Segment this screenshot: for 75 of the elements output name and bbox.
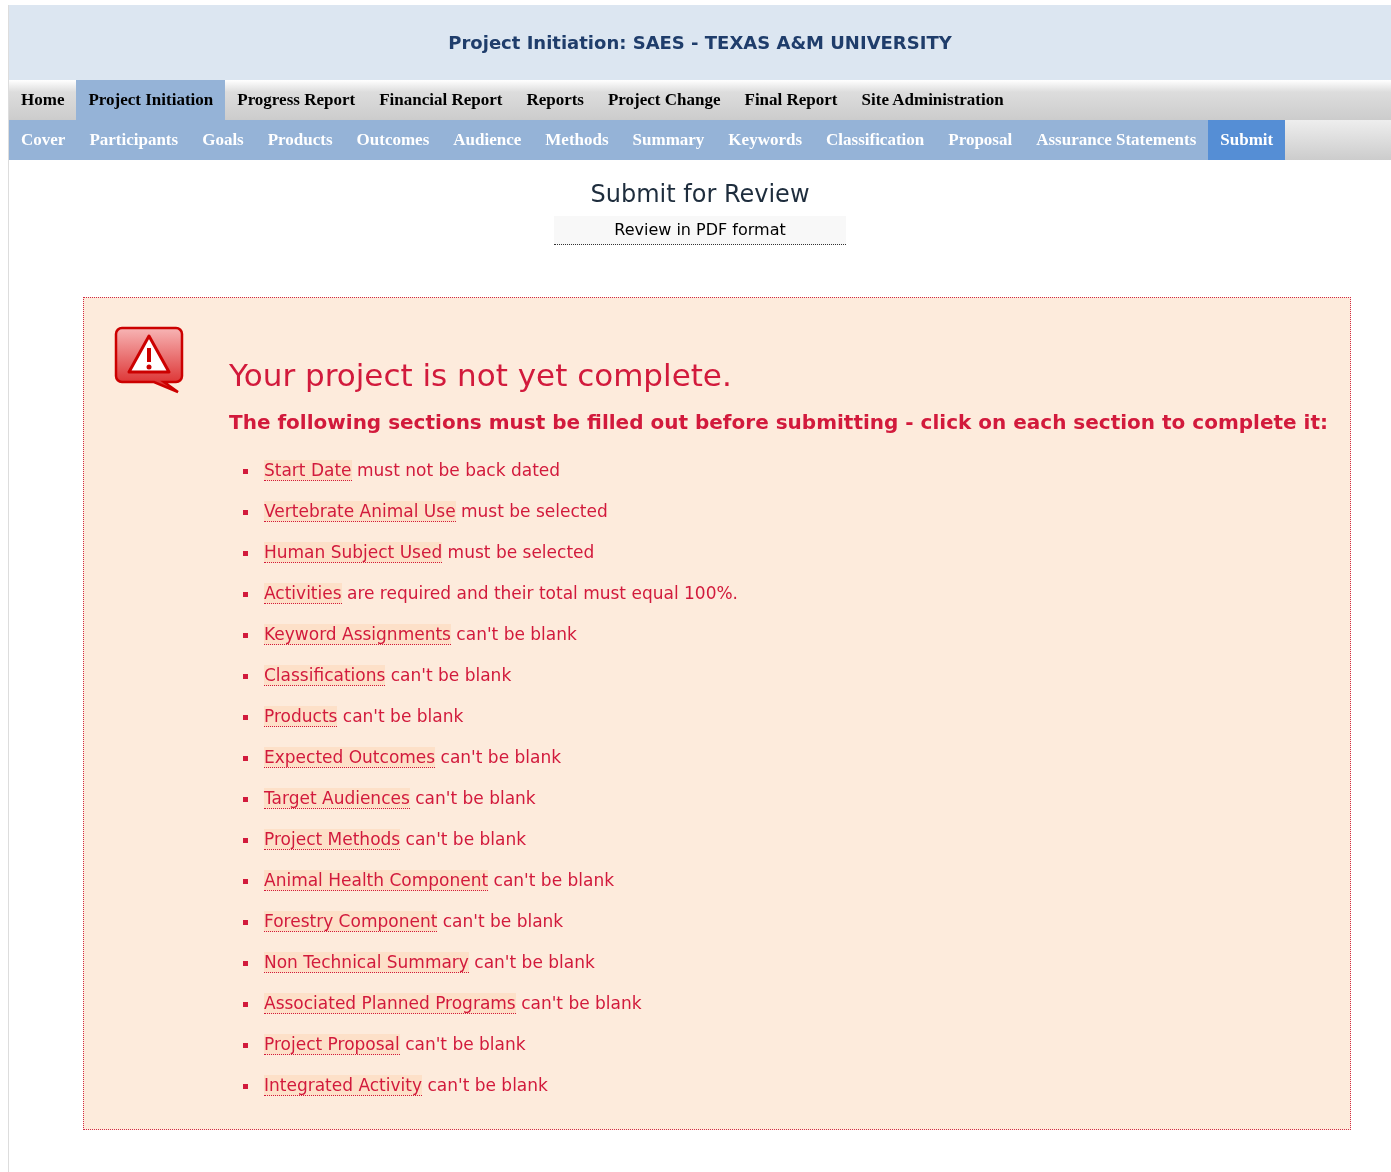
section-link[interactable]: Activities — [264, 583, 342, 605]
bullet-icon — [243, 878, 248, 884]
section-tab[interactable]: Goals — [190, 120, 256, 160]
bullet-icon — [243, 468, 248, 474]
main-nav-tab[interactable]: Home — [9, 80, 77, 120]
section-link[interactable]: Project Proposal — [264, 1034, 400, 1056]
main-nav-tab[interactable]: Final Report — [732, 80, 850, 120]
bullet-icon — [243, 796, 248, 802]
bullet-icon — [243, 632, 248, 638]
review-pdf-link[interactable]: Review in PDF format — [554, 216, 846, 245]
section-tab[interactable]: Participants — [77, 120, 191, 160]
section-link[interactable]: Human Subject Used — [264, 542, 443, 564]
main-nav-tab[interactable]: Progress Report — [225, 80, 368, 120]
site-title: Project Initiation: SAES - TEXAS A&M UNIVERSITY — [448, 31, 952, 55]
section-link[interactable]: Keyword Assignments — [264, 624, 451, 646]
error-message: Non Technical Summary can't be blank — [264, 951, 595, 976]
error-message: Integrated Activity can't be blank — [264, 1074, 548, 1099]
section-tab[interactable]: Cover — [9, 120, 78, 160]
section-link[interactable]: Products — [264, 706, 338, 728]
page-title: Submit for Review — [589, 179, 811, 210]
section-tab[interactable]: Classification — [814, 120, 937, 160]
bullet-icon — [243, 550, 248, 556]
section-link[interactable]: Forestry Component — [264, 911, 438, 933]
section-tab[interactable]: Audience — [441, 120, 534, 160]
bullet-icon — [243, 755, 248, 761]
alert-heading: Your project is not yet complete. — [229, 356, 733, 395]
section-tab[interactable]: Proposal — [936, 120, 1025, 160]
warning-icon — [114, 326, 184, 394]
section-link[interactable]: Integrated Activity — [264, 1075, 422, 1097]
error-message: Start Date must not be back dated — [264, 459, 561, 484]
bullet-icon — [243, 591, 248, 597]
section-link[interactable]: Animal Health Component — [264, 870, 489, 892]
section-tab[interactable]: Products — [255, 120, 345, 160]
main-nav-tab[interactable]: Project Initiation — [76, 80, 226, 120]
error-message: Keyword Assignments can't be blank — [264, 623, 577, 648]
error-message: Project Methods can't be blank — [264, 828, 527, 853]
error-message: Classifications can't be blank — [264, 664, 512, 689]
section-link[interactable]: Expected Outcomes — [264, 747, 436, 769]
bullet-icon — [243, 1001, 248, 1007]
error-message: Activities are required and their total must equal 100%. — [264, 582, 738, 607]
main-nav-tab[interactable]: Site Administration — [849, 80, 1016, 120]
error-message: Associated Planned Programs can't be blank — [264, 992, 642, 1017]
bullet-icon — [243, 673, 248, 679]
error-message: Project Proposal can't be blank — [264, 1033, 526, 1058]
section-tab[interactable]: Submit — [1208, 120, 1286, 160]
bullet-icon — [243, 714, 248, 720]
section-link[interactable]: Associated Planned Programs — [264, 993, 516, 1015]
section-link[interactable]: Vertebrate Animal Use — [264, 501, 456, 523]
main-nav-tab[interactable]: Financial Report — [367, 80, 515, 120]
error-message: Animal Health Component can't be blank — [264, 869, 615, 894]
bullet-icon — [243, 919, 248, 925]
error-message: Expected Outcomes can't be blank — [264, 746, 562, 771]
bullet-icon — [243, 1083, 248, 1089]
error-message: Human Subject Used must be selected — [264, 541, 595, 566]
bullet-icon — [243, 837, 248, 843]
error-message: Forestry Component can't be blank — [264, 910, 564, 935]
error-message: Vertebrate Animal Use must be selected — [264, 500, 608, 525]
section-tab[interactable]: Assurance Statements — [1024, 120, 1209, 160]
alert-instructions: The following sections must be filled out before submitting - click on each section to complete it: — [229, 408, 1328, 436]
main-nav-tab[interactable]: Project Change — [596, 80, 733, 120]
section-link[interactable]: Non Technical Summary — [264, 952, 469, 974]
section-link[interactable]: Project Methods — [264, 829, 401, 851]
error-message: Target Audiences can't be blank — [264, 787, 536, 812]
section-link[interactable]: Target Audiences — [264, 788, 410, 810]
section-link[interactable]: Start Date — [264, 460, 352, 482]
section-tab[interactable]: Keywords — [716, 120, 815, 160]
section-tab[interactable]: Outcomes — [344, 120, 442, 160]
section-tab[interactable]: Methods — [533, 120, 621, 160]
bullet-icon — [243, 960, 248, 966]
error-message: Products can't be blank — [264, 705, 464, 730]
section-link[interactable]: Classifications — [264, 665, 386, 687]
bullet-icon — [243, 1042, 248, 1048]
bullet-icon — [243, 509, 248, 515]
main-nav-tab[interactable]: Reports — [514, 80, 596, 120]
section-tab[interactable]: Summary — [620, 120, 717, 160]
